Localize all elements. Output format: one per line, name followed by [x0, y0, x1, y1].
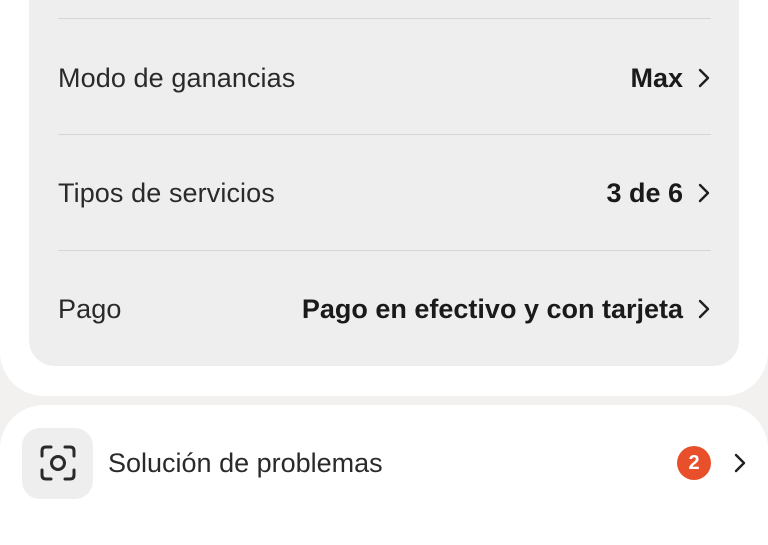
notification-badge: 2: [677, 446, 711, 480]
chevron-right-icon: [698, 68, 710, 88]
earnings-mode-label: Modo de ganancias: [58, 62, 296, 93]
troubleshooting-icon-tile: [22, 427, 93, 499]
chevron-right-icon: [698, 299, 710, 319]
earnings-mode-right: Max: [630, 63, 711, 94]
service-types-label: Tipos de servicios: [58, 177, 275, 208]
chevron-right-icon: [734, 453, 746, 473]
service-types-value: 3 de 6: [606, 177, 683, 208]
payment-value: Pago en efectivo y con tarjeta: [301, 293, 683, 324]
earnings-mode-row[interactable]: Modo de ganancias Max: [58, 48, 711, 108]
divider: [58, 134, 711, 135]
divider: [58, 250, 711, 251]
troubleshooting-label: Solución de problemas: [108, 447, 383, 478]
service-types-row[interactable]: Tipos de servicios 3 de 6: [58, 163, 711, 223]
chevron-right-icon: [698, 183, 710, 203]
payment-label: Pago: [58, 293, 122, 324]
service-types-right: 3 de 6: [606, 178, 711, 209]
divider: [58, 18, 711, 19]
troubleshooting-row[interactable]: Solución de problemas 2: [22, 427, 747, 499]
payment-right: Pago en efectivo y con tarjeta: [302, 294, 711, 325]
earnings-mode-value: Max: [630, 62, 683, 93]
focus-scan-icon: [40, 445, 75, 481]
payment-row[interactable]: Pago Pago en efectivo y con tarjeta: [58, 279, 711, 339]
